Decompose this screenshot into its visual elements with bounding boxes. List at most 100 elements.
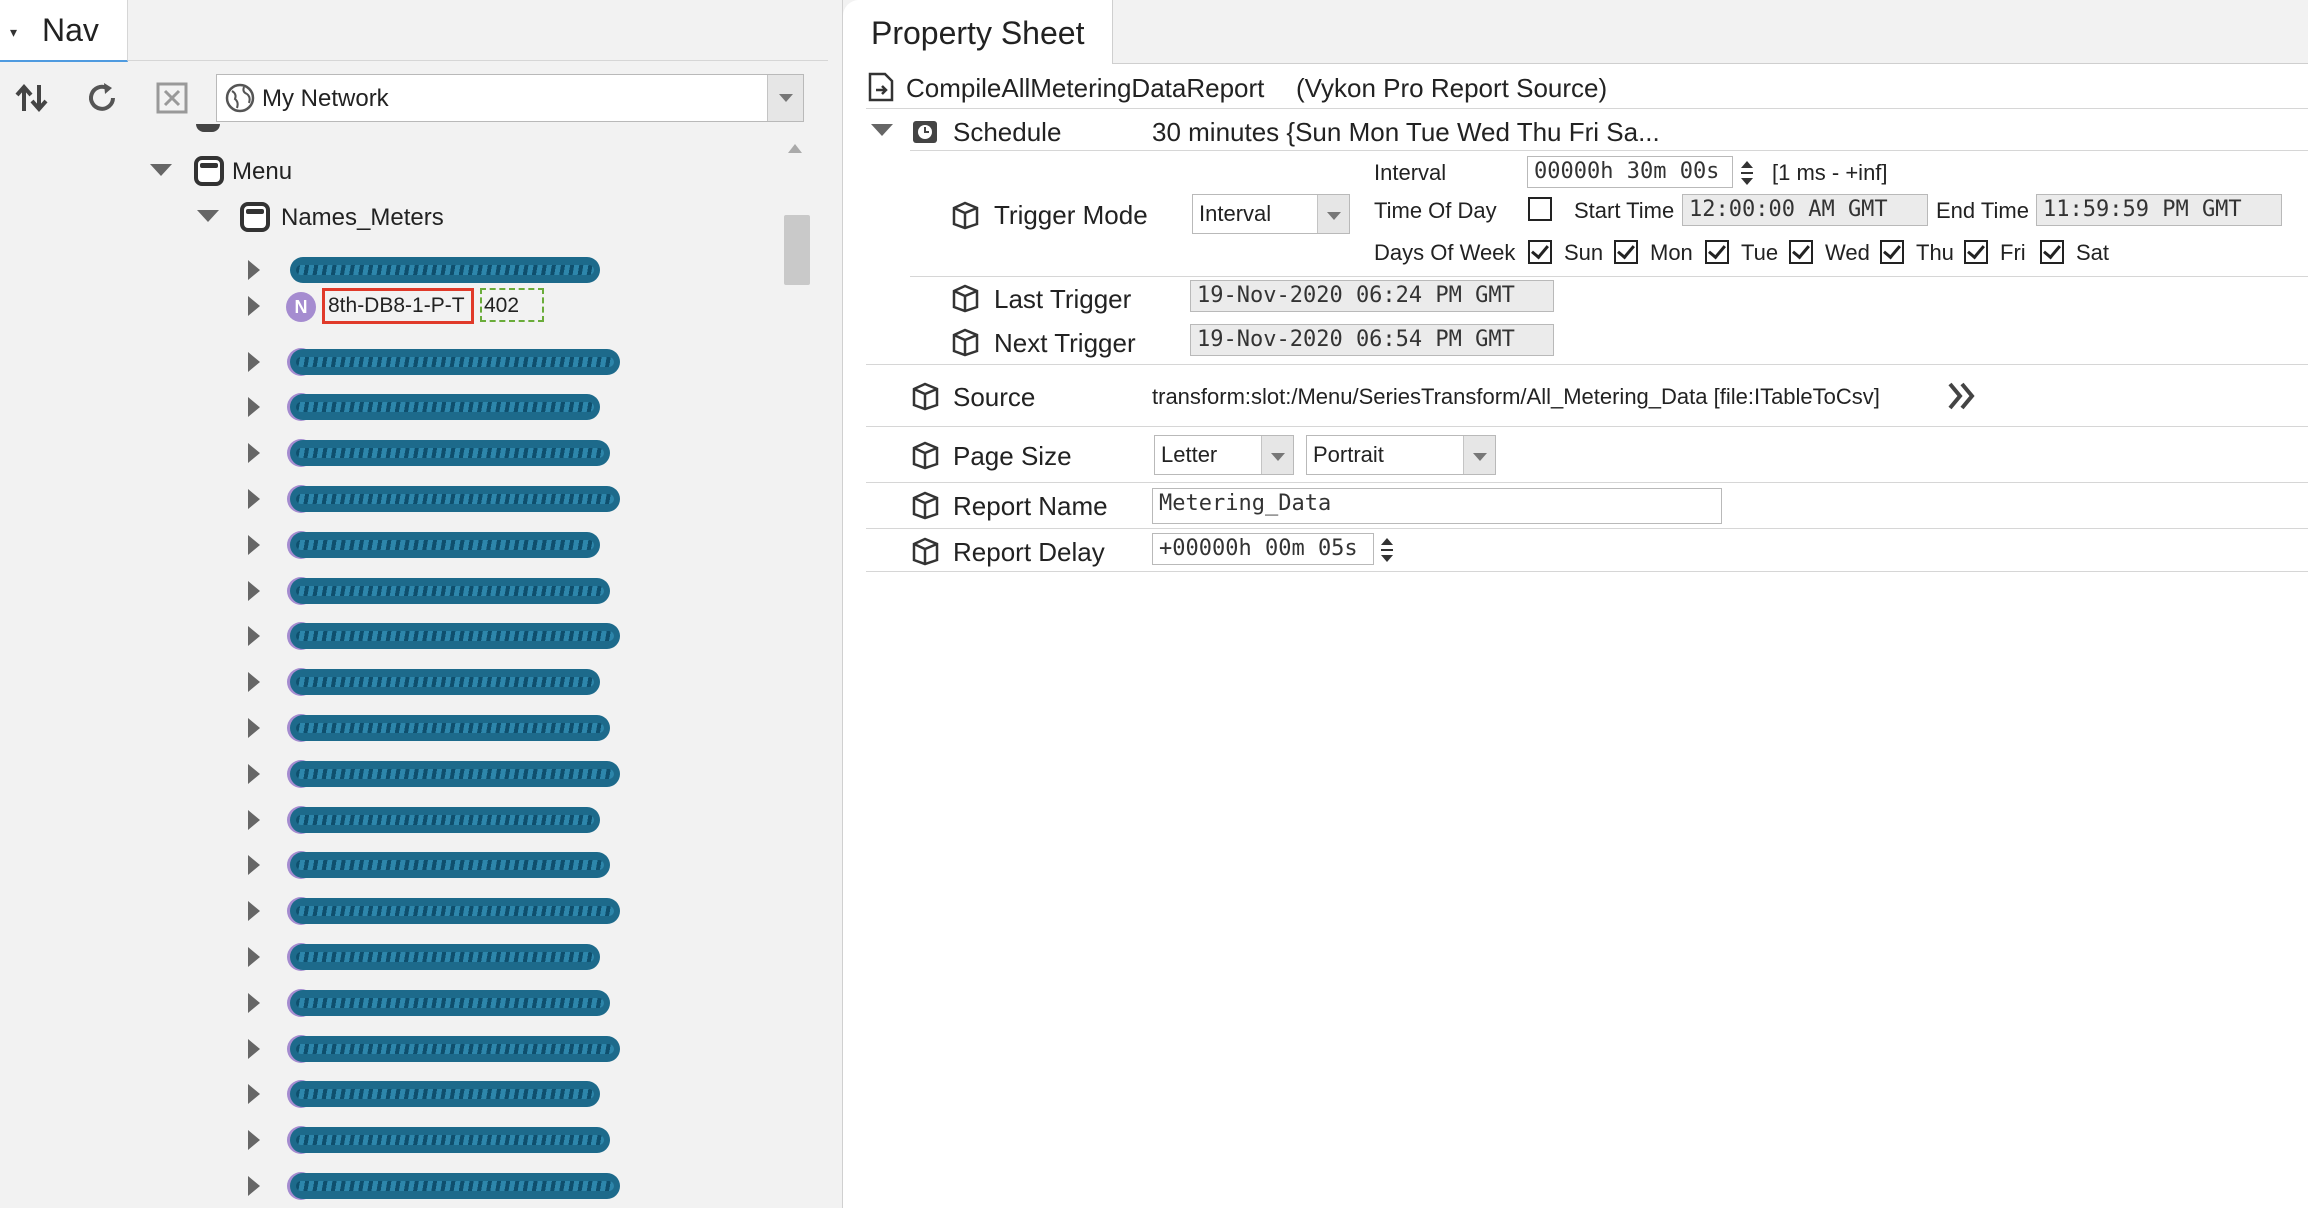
tree-item-redacted[interactable] bbox=[290, 715, 610, 741]
day-label-sun: Sun bbox=[1564, 240, 1604, 265]
tree-item-redacted[interactable] bbox=[290, 623, 620, 650]
folder-icon bbox=[194, 156, 224, 186]
day-label-wed: Wed bbox=[1825, 240, 1870, 265]
chevron-down-icon[interactable] bbox=[767, 75, 803, 121]
expand-right-icon[interactable] bbox=[248, 296, 260, 316]
tree-item-redacted[interactable] bbox=[290, 669, 600, 696]
tree-item-redacted[interactable] bbox=[290, 852, 610, 879]
row-divider bbox=[910, 150, 2308, 151]
expand-right-icon[interactable] bbox=[248, 992, 260, 1013]
tree-item-redacted[interactable] bbox=[290, 989, 610, 1016]
orientation-select[interactable]: Portrait bbox=[1306, 435, 1496, 475]
tree-item-redacted[interactable] bbox=[290, 531, 600, 558]
chevron-down-icon[interactable] bbox=[1261, 436, 1293, 474]
tree-item-point-name[interactable]: 8th-DB8-1-P-T bbox=[328, 294, 465, 318]
day-checkbox-tue[interactable] bbox=[1705, 240, 1729, 264]
expand-right-icon[interactable] bbox=[248, 443, 260, 464]
expand-right-icon[interactable] bbox=[248, 855, 260, 876]
numeric-point-icon: N bbox=[286, 292, 316, 322]
next-trigger-field: 19-Nov-2020 06:54 PM GMT bbox=[1190, 324, 1554, 356]
tree-item-redacted[interactable] bbox=[290, 1127, 610, 1154]
expand-right-icon[interactable] bbox=[248, 534, 260, 555]
tree-item-redacted[interactable] bbox=[290, 257, 600, 283]
tree-item-redacted[interactable] bbox=[290, 760, 620, 787]
tree-item-redacted[interactable] bbox=[290, 348, 620, 375]
scroll-up-icon[interactable] bbox=[788, 144, 802, 153]
expand-right-icon[interactable] bbox=[248, 1038, 260, 1059]
expand-right-icon[interactable] bbox=[248, 718, 260, 738]
collapse-schedule-icon[interactable] bbox=[871, 124, 893, 136]
time-of-day-checkbox[interactable] bbox=[1528, 197, 1552, 221]
slot-cube-icon bbox=[952, 328, 979, 357]
start-time-field[interactable]: 12:00:00 AM GMT bbox=[1682, 194, 1928, 226]
tree-item-redacted[interactable] bbox=[290, 898, 620, 925]
page-size-select[interactable]: Letter bbox=[1154, 435, 1294, 475]
expand-right-icon[interactable] bbox=[248, 947, 260, 967]
spinner-icon[interactable] bbox=[1378, 535, 1396, 565]
spinner-icon[interactable] bbox=[1738, 158, 1756, 188]
tree-item-redacted[interactable] bbox=[290, 1173, 620, 1199]
report-source-icon bbox=[868, 72, 894, 102]
tree-item-menu[interactable]: Menu bbox=[232, 158, 292, 186]
day-checkbox-sun[interactable] bbox=[1528, 240, 1552, 264]
tree-item-redacted[interactable] bbox=[290, 1035, 620, 1062]
close-icon[interactable] bbox=[152, 78, 192, 118]
expand-right-icon[interactable] bbox=[248, 580, 260, 601]
chevron-down-icon[interactable] bbox=[1463, 436, 1495, 474]
expand-right-icon[interactable] bbox=[248, 809, 260, 830]
expand-right-icon[interactable] bbox=[248, 489, 260, 509]
chevron-down-icon[interactable] bbox=[1317, 195, 1349, 233]
expand-right-icon[interactable] bbox=[248, 351, 260, 372]
tab-property-sheet-label: Property Sheet bbox=[871, 15, 1085, 51]
tree-scrollbar-thumb[interactable] bbox=[784, 215, 810, 285]
end-time-field[interactable]: 11:59:59 PM GMT bbox=[2036, 194, 2282, 226]
expand-down-icon[interactable] bbox=[150, 164, 172, 176]
pane-splitter[interactable] bbox=[828, 0, 842, 1208]
tree-item-redacted[interactable] bbox=[290, 806, 600, 833]
nav-tab-divider bbox=[128, 60, 828, 61]
tab-property-sheet[interactable]: Property Sheet bbox=[843, 0, 1113, 64]
start-time-label: Start Time bbox=[1574, 198, 1675, 223]
expand-right-icon[interactable] bbox=[248, 901, 260, 922]
expand-right-icon[interactable] bbox=[248, 626, 260, 647]
network-selector-value: My Network bbox=[262, 85, 389, 112]
day-checkbox-sat[interactable] bbox=[2040, 240, 2064, 264]
tree-item-redacted[interactable] bbox=[290, 577, 610, 604]
network-selector[interactable]: My Network bbox=[216, 74, 804, 122]
day-checkbox-mon[interactable] bbox=[1614, 240, 1638, 264]
sync-sort-icon[interactable] bbox=[12, 78, 52, 118]
expand-right-icon[interactable] bbox=[248, 397, 260, 418]
time-of-day-label: Time Of Day bbox=[1374, 198, 1497, 223]
interval-field[interactable]: 00000h 30m 00s bbox=[1527, 156, 1733, 188]
trigger-mode-select[interactable]: Interval bbox=[1192, 194, 1350, 234]
trigger-mode-value: Interval bbox=[1199, 201, 1272, 226]
expand-right-icon[interactable] bbox=[248, 1130, 260, 1151]
expand-right-icon[interactable] bbox=[248, 260, 260, 280]
source-value: transform:slot:/Menu/SeriesTransform/All… bbox=[1152, 384, 1880, 409]
expand-down-icon[interactable] bbox=[197, 210, 219, 222]
tree-item-redacted[interactable] bbox=[290, 944, 600, 970]
tree-item-names-meters[interactable]: Names_Meters bbox=[281, 204, 444, 232]
refresh-icon[interactable] bbox=[82, 78, 122, 118]
day-checkbox-thu[interactable] bbox=[1880, 240, 1904, 264]
tree-item-redacted[interactable] bbox=[290, 486, 620, 512]
caret-down-icon[interactable]: ▾ bbox=[10, 24, 17, 41]
expand-right-icon[interactable] bbox=[248, 1176, 260, 1196]
day-label-mon: Mon bbox=[1650, 240, 1693, 265]
tree-item-redacted[interactable] bbox=[290, 1081, 600, 1108]
expand-right-icon[interactable] bbox=[248, 1084, 260, 1105]
day-checkbox-fri[interactable] bbox=[1964, 240, 1988, 264]
row-divider bbox=[866, 108, 2308, 109]
expand-right-icon[interactable] bbox=[248, 672, 260, 693]
tab-nav-label: Nav bbox=[42, 12, 99, 48]
tab-nav[interactable]: ▾ Nav bbox=[0, 0, 128, 62]
orientation-value: Portrait bbox=[1313, 442, 1384, 467]
report-delay-field[interactable]: +00000h 00m 05s bbox=[1152, 533, 1374, 565]
day-checkbox-wed[interactable] bbox=[1789, 240, 1813, 264]
chevron-double-right-icon[interactable] bbox=[1946, 380, 1978, 412]
tree-item-redacted[interactable] bbox=[290, 440, 610, 467]
tree-scrollbar[interactable] bbox=[782, 140, 810, 1208]
tree-item-redacted[interactable] bbox=[290, 394, 600, 421]
report-name-field[interactable]: Metering_Data bbox=[1152, 488, 1722, 524]
expand-right-icon[interactable] bbox=[248, 763, 260, 784]
